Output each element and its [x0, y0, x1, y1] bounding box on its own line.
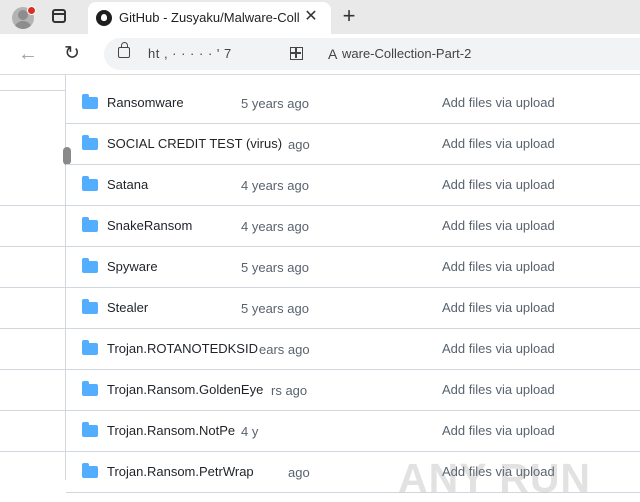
- folder-icon: [82, 299, 98, 314]
- commit-age: rs ago: [271, 383, 308, 398]
- tab-title: GitHub - Zusyaku/Malware-Collec: [119, 10, 299, 25]
- browser-toolbar: ← ↻ ht , · · · · · ' 7 A ware-Collection…: [0, 34, 640, 75]
- tree-divider: [0, 90, 65, 91]
- new-tab-button[interactable]: +: [338, 4, 360, 28]
- tab-close-icon[interactable]: ✕: [301, 7, 321, 27]
- folder-icon: [82, 340, 98, 355]
- file-name-link[interactable]: Trojan.ROTANOTEDKSID: [107, 341, 258, 356]
- commit-message-link[interactable]: Add files via upload: [442, 95, 555, 110]
- github-favicon-icon: [96, 10, 112, 26]
- file-name-link[interactable]: Trojan.Ransom.GoldenEye: [107, 382, 263, 397]
- file-name-link[interactable]: Ransomware: [107, 95, 184, 110]
- file-name-link[interactable]: Satana: [107, 177, 148, 192]
- commit-message-link[interactable]: Add files via upload: [442, 423, 555, 438]
- commit-age: ago: [288, 465, 310, 480]
- browser-tab-active[interactable]: GitHub - Zusyaku/Malware-Collec ✕: [88, 2, 331, 34]
- url-text-start: ht , · · · · · ' 7: [148, 46, 232, 61]
- commit-age: 4 years ago: [241, 219, 309, 234]
- tree-divider: [0, 287, 65, 288]
- commit-message-link[interactable]: Add files via upload: [442, 300, 555, 315]
- file-row[interactable]: Spyware 5 years ago Add files via upload: [66, 247, 640, 288]
- commit-age: 4 y: [241, 424, 259, 439]
- file-row[interactable]: Satana 4 years ago Add files via upload: [66, 165, 640, 206]
- folder-icon: [82, 463, 98, 478]
- file-name-link[interactable]: SOCIAL CREDIT TEST (virus): [107, 136, 282, 151]
- notification-dot-icon: [27, 6, 36, 15]
- commit-age: ears ago: [259, 342, 310, 357]
- site-info-icon[interactable]: [118, 42, 130, 58]
- file-name-link[interactable]: SnakeRansom: [107, 218, 192, 233]
- file-name-link[interactable]: Spyware: [107, 259, 158, 274]
- file-row[interactable]: Stealer 5 years ago Add files via upload: [66, 288, 640, 329]
- tree-divider: [0, 410, 65, 411]
- folder-icon: [82, 381, 98, 396]
- folder-icon: [82, 176, 98, 191]
- commit-age: 5 years ago: [241, 301, 309, 316]
- commit-age: ago: [288, 137, 310, 152]
- reload-button[interactable]: ↻: [60, 42, 84, 66]
- tree-divider: [0, 205, 65, 206]
- commit-message-link[interactable]: Add files via upload: [442, 259, 555, 274]
- apps-grid-icon[interactable]: [290, 47, 303, 60]
- file-row[interactable]: SnakeRansom 4 years ago Add files via up…: [66, 206, 640, 247]
- file-row[interactable]: SOCIAL CREDIT TEST (virus) ago Add files…: [66, 124, 640, 165]
- commit-message-link[interactable]: Add files via upload: [442, 218, 555, 233]
- file-list: Ransomware 5 years ago Add files via upl…: [66, 75, 640, 493]
- folder-icon: [82, 258, 98, 273]
- commit-message-link[interactable]: Add files via upload: [442, 136, 555, 151]
- file-row[interactable]: Trojan.Ransom.GoldenEye rs ago Add files…: [66, 370, 640, 411]
- anyrun-watermark: ANY RUN: [398, 455, 592, 501]
- browser-tab-strip: GitHub - Zusyaku/Malware-Collec ✕ +: [0, 0, 640, 34]
- commit-message-link[interactable]: Add files via upload: [442, 382, 555, 397]
- back-button[interactable]: ←: [16, 42, 40, 66]
- url-text-end: ware-Collection-Part-2: [342, 46, 472, 61]
- folder-icon: [82, 94, 98, 109]
- commit-age: 5 years ago: [241, 96, 309, 111]
- file-row[interactable]: Ransomware 5 years ago Add files via upl…: [66, 83, 640, 124]
- commit-age: 4 years ago: [241, 178, 309, 193]
- commit-message-link[interactable]: Add files via upload: [442, 341, 555, 356]
- folder-icon: [82, 422, 98, 437]
- tab-actions-icon[interactable]: [52, 9, 66, 23]
- page-content: Ransomware 5 years ago Add files via upl…: [0, 75, 640, 501]
- commit-age: 5 years ago: [241, 260, 309, 275]
- file-row[interactable]: Trojan.Ransom.NotPe 4 y Add files via up…: [66, 411, 640, 452]
- commit-message-link[interactable]: Add files via upload: [442, 177, 555, 192]
- read-aloud-icon[interactable]: A: [328, 46, 337, 62]
- folder-icon: [82, 135, 98, 150]
- tree-divider: [0, 369, 65, 370]
- file-name-link[interactable]: Trojan.Ransom.NotPe: [107, 423, 235, 438]
- file-tree-pane: [0, 75, 66, 480]
- address-bar[interactable]: ht , · · · · · ' 7 A ware-Collection-Par…: [104, 38, 640, 70]
- file-name-link[interactable]: Stealer: [107, 300, 148, 315]
- file-name-link[interactable]: Trojan.Ransom.PetrWrap: [107, 464, 254, 479]
- tree-divider: [0, 246, 65, 247]
- tree-divider: [0, 328, 65, 329]
- folder-icon: [82, 217, 98, 232]
- tree-divider: [0, 451, 65, 452]
- file-row[interactable]: Trojan.ROTANOTEDKSID ears ago Add files …: [66, 329, 640, 370]
